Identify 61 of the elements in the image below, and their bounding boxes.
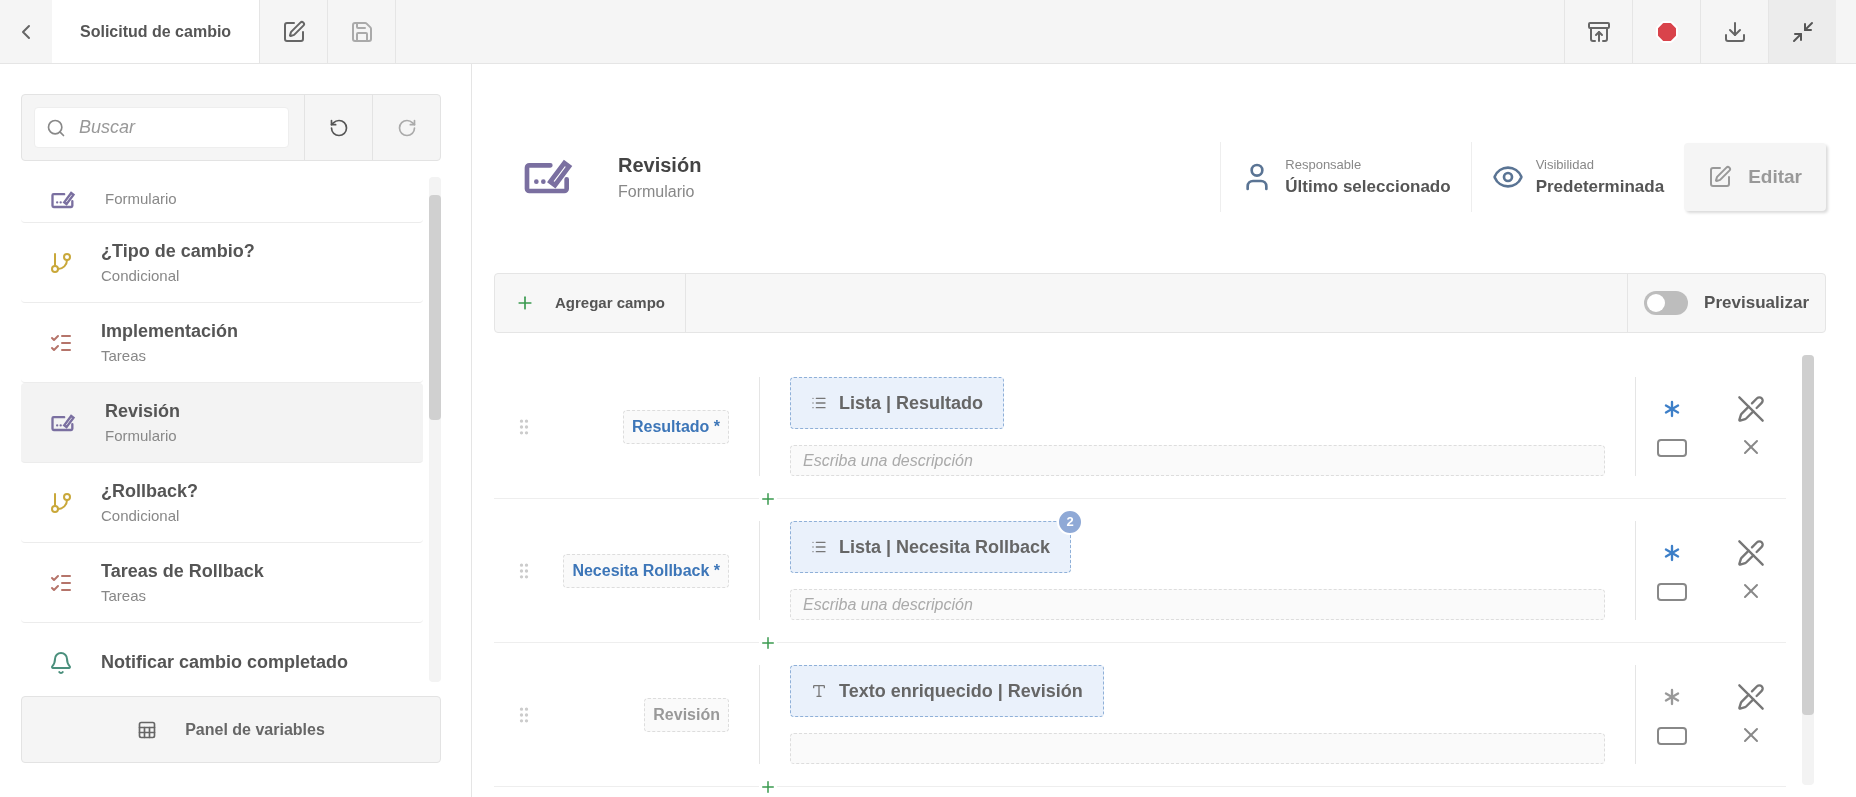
bell-icon [49, 650, 73, 675]
read-only-icon[interactable] [1736, 682, 1765, 711]
sidebar-item[interactable]: ¿Rollback? Condicional [21, 463, 423, 543]
visibility-value: Predeterminada [1535, 176, 1665, 198]
item-title: Implementación [101, 319, 239, 343]
item-title: ¿Tipo de cambio? [101, 239, 255, 263]
preview-label: Previsualizar [1704, 292, 1809, 315]
sidebar-item[interactable]: Formulario [21, 177, 423, 223]
field-label: Revisión [644, 697, 729, 732]
undo-icon [328, 117, 349, 138]
item-subtitle: Formulario [105, 189, 177, 210]
add-field-button[interactable]: Agregar campo [495, 274, 687, 332]
field-label: Resultado * [623, 409, 729, 444]
header-title: Revisión [618, 153, 702, 178]
visibility-label: Visibilidad [1535, 155, 1595, 174]
save-icon [349, 19, 374, 44]
description-field[interactable] [790, 733, 1605, 764]
read-only-icon[interactable] [1736, 538, 1765, 567]
list-icon [811, 395, 827, 411]
description-field[interactable]: Escriba una descripción [790, 445, 1605, 476]
text-format-icon [811, 683, 827, 699]
redo-icon [396, 117, 417, 138]
count-badge: 2 [1057, 509, 1084, 535]
collapse-icon [1790, 19, 1815, 44]
item-subtitle: Condicional [101, 265, 181, 286]
sidebar-item[interactable]: Revisión Formulario [21, 383, 423, 463]
tab[interactable]: Solicitud de cambio [52, 0, 261, 63]
alert-octagon-icon [1654, 19, 1679, 44]
field-label: Necesita Rollback * [563, 553, 729, 588]
item-subtitle: Formulario [105, 425, 178, 446]
item-subtitle: Condicional [101, 505, 181, 526]
responsible-value: Último seleccionado [1285, 176, 1451, 198]
item-subtitle: Tareas [101, 345, 148, 366]
description-field[interactable]: Escriba una descripción [790, 589, 1605, 620]
scrollbar[interactable] [1802, 355, 1814, 785]
collapse-button[interactable] [1768, 0, 1836, 63]
item-title: Revisión [105, 399, 181, 423]
pen-square-icon [281, 19, 306, 44]
responsible-label: Responsable [1285, 155, 1363, 174]
preview-toggle[interactable] [1644, 291, 1689, 315]
sidebar-item[interactable]: Tareas de Rollback Tareas [21, 543, 423, 623]
sidebar-item[interactable]: ¿Tipo de cambio? Condicional [21, 223, 423, 303]
download-icon [1722, 19, 1747, 44]
field-type-chip[interactable]: Lista | Resultado [790, 377, 1005, 429]
item-title: Tareas de Rollback [101, 559, 264, 583]
scrollbar[interactable] [429, 177, 441, 682]
header-subtitle: Formulario [618, 182, 696, 202]
branch-icon [49, 490, 73, 515]
list-icon [811, 539, 827, 555]
restore-bin-icon [1586, 19, 1611, 44]
table-icon [137, 719, 158, 740]
item-subtitle: Tareas [101, 585, 148, 606]
variables-panel-button[interactable]: Panel de variables [21, 696, 441, 763]
read-only-icon[interactable] [1736, 394, 1765, 423]
item-title: ¿Rollback? [101, 479, 198, 503]
search-field[interactable]: Buscar [34, 107, 289, 148]
pen-square-icon [1708, 165, 1733, 189]
search-icon [46, 118, 66, 138]
field-type-chip[interactable]: Texto enriquecido | Revisión [790, 665, 1104, 717]
branch-icon [49, 250, 73, 275]
item-title: Notificar cambio completado [101, 651, 349, 674]
